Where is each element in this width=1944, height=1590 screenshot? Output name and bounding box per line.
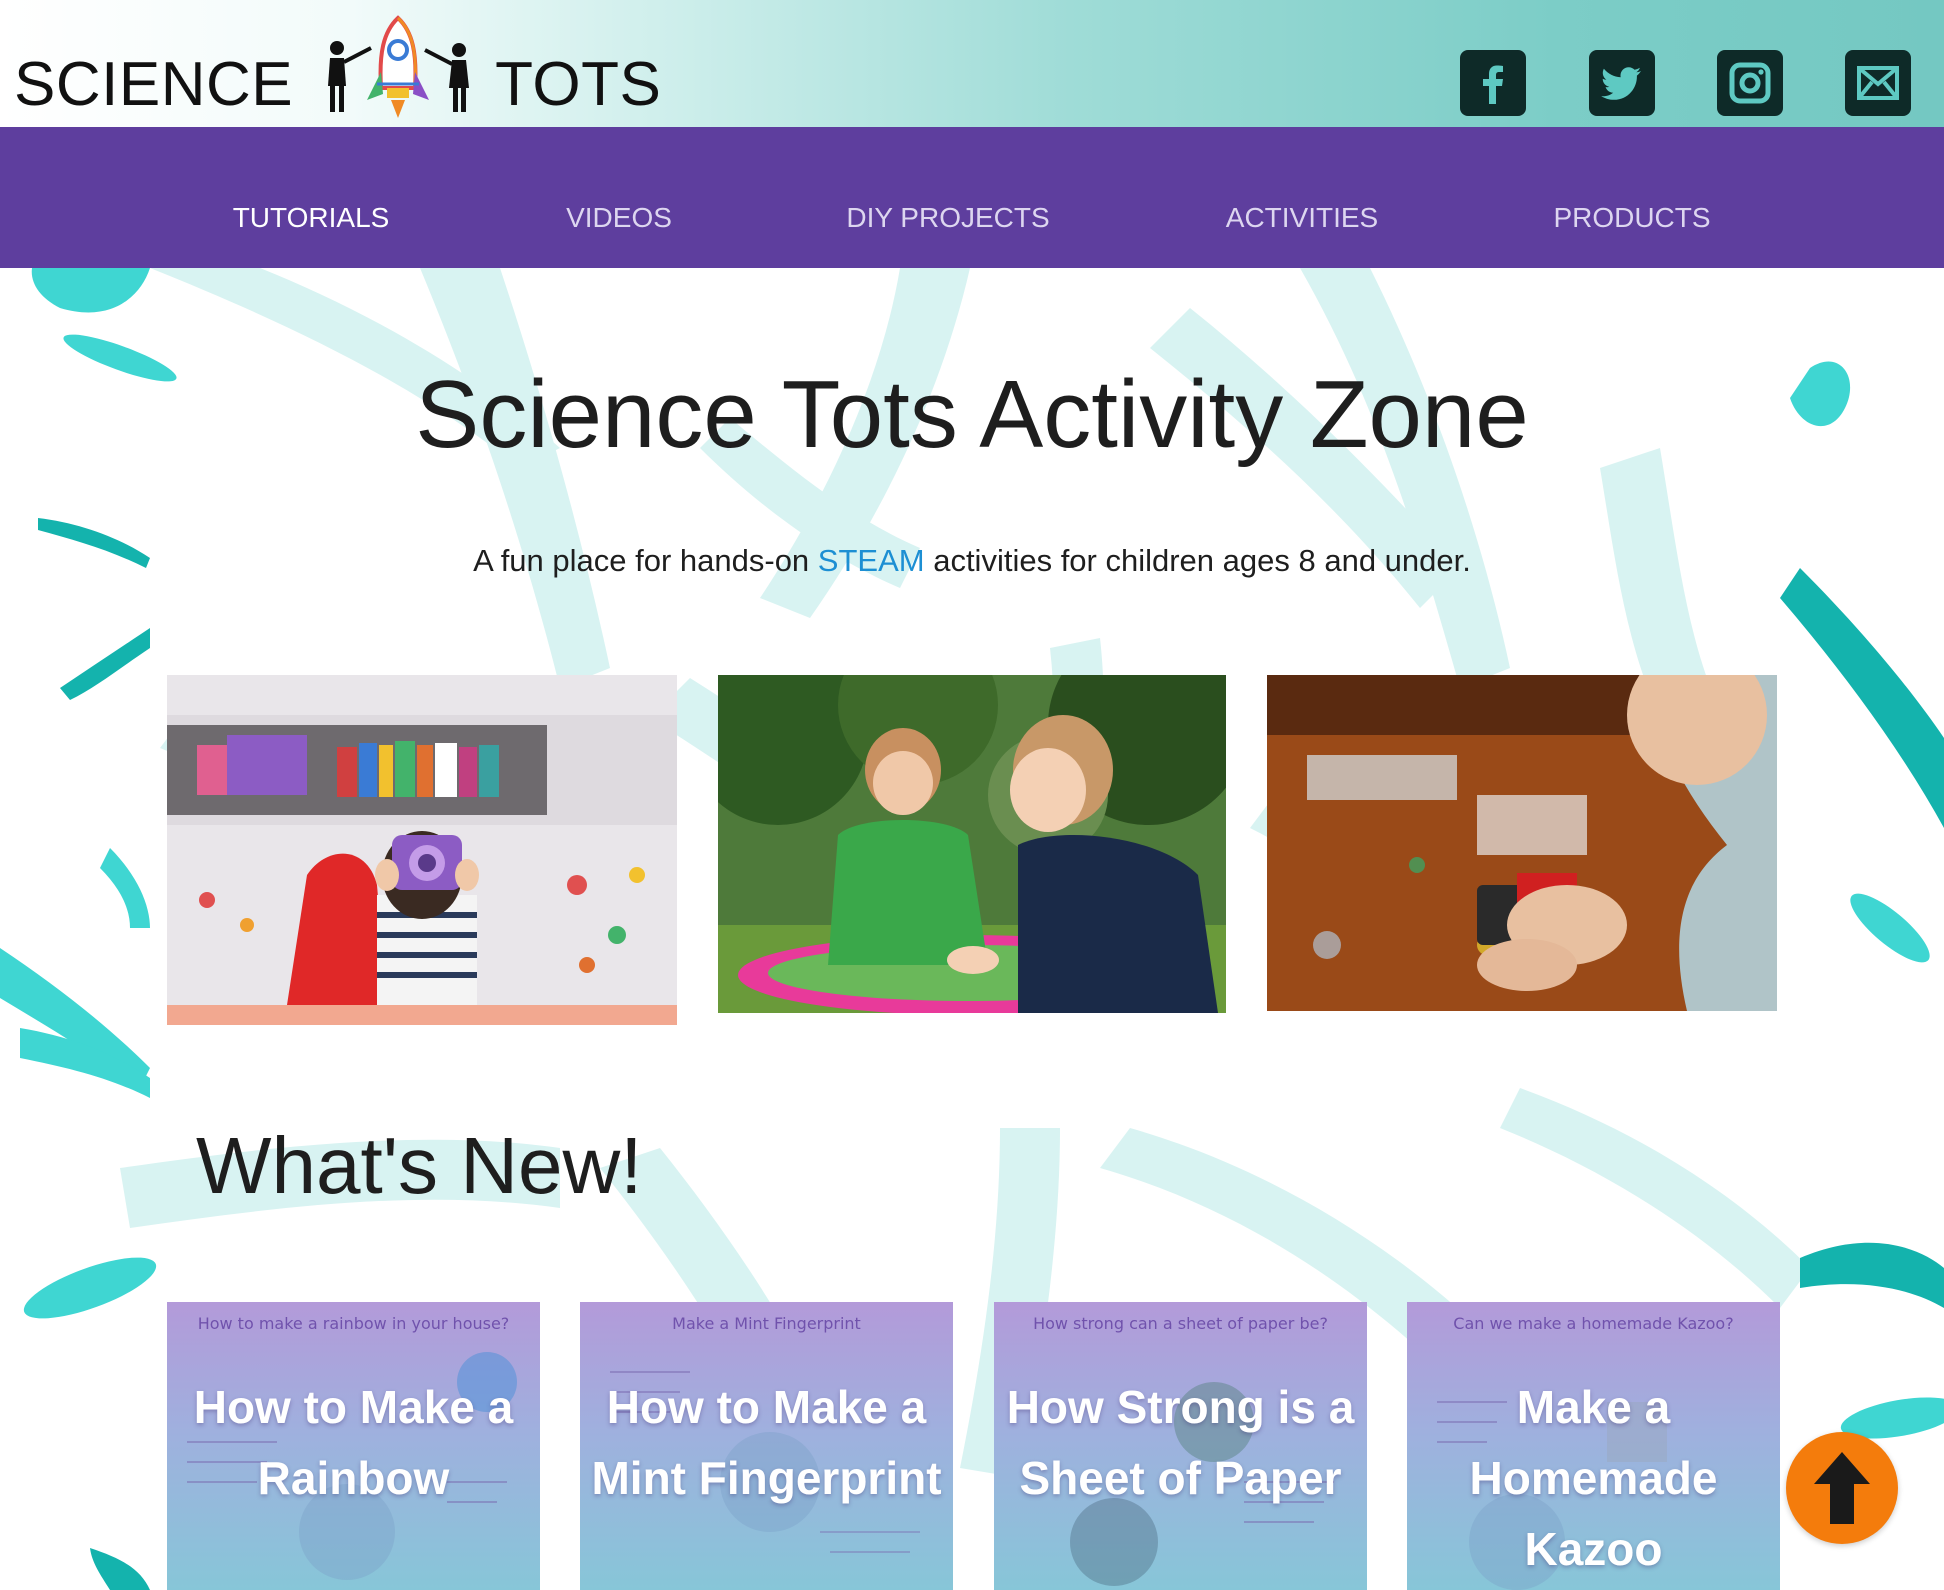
facebook-link[interactable] (1460, 50, 1526, 116)
card-rainbow[interactable]: How to make a rainbow in your house? How… (167, 1302, 540, 1590)
twitter-link[interactable] (1589, 50, 1655, 116)
photo-girl-with-camera (167, 675, 677, 1025)
steam-link[interactable]: STEAM (818, 543, 925, 578)
nav-videos[interactable]: VIDEOS (566, 202, 672, 234)
card-subtitle: Make a Mint Fingerprint (672, 1314, 861, 1333)
site-logo[interactable]: SCIENCE TOTS (14, 14, 661, 124)
rocket-kids-logo-icon (328, 15, 470, 118)
arrow-up-icon (1814, 1452, 1870, 1524)
photo-child-with-blocks (1267, 675, 1777, 1011)
logo-text-left: SCIENCE (14, 50, 294, 119)
twitter-icon (1601, 67, 1641, 100)
header: SCIENCE TOTS (0, 0, 1944, 127)
card-subtitle: How to make a rainbow in your house? (197, 1314, 510, 1333)
nav-diy-projects[interactable]: DIY PROJECTS (846, 202, 1049, 234)
tagline: A fun place for hands-on STEAM activitie… (0, 543, 1944, 579)
email-link[interactable] (1845, 50, 1911, 116)
instagram-link[interactable] (1717, 50, 1783, 116)
logo-text-right: TOTS (495, 50, 662, 119)
instagram-icon (1729, 62, 1771, 104)
tagline-text-before: A fun place for hands-on (473, 543, 818, 578)
card-title: How Strong is a Sheet of Paper (1006, 1381, 1355, 1504)
card-title: How to Make a Mint Fingerprint (591, 1381, 942, 1504)
facebook-icon (1483, 65, 1503, 104)
back-to-top-button[interactable] (1786, 1432, 1898, 1544)
photo-boys-playing-outdoors (718, 675, 1226, 1013)
main-nav: TUTORIALS VIDEOS DIY PROJECTS ACTIVITIES… (0, 127, 1944, 268)
tagline-text-after: activities for children ages 8 and under… (924, 543, 1471, 578)
page-title: Science Tots Activity Zone (415, 361, 1529, 468)
card-mint-fingerprint[interactable]: Make a Mint Fingerprint How to Make a Mi… (580, 1302, 953, 1590)
nav-products[interactable]: PRODUCTS (1553, 202, 1710, 234)
card-subtitle: How strong can a sheet of paper be? (1033, 1314, 1328, 1333)
email-icon (1857, 66, 1899, 100)
nav-tutorials[interactable]: TUTORIALS (233, 202, 390, 234)
card-title: Make a Homemade Kazoo (1469, 1381, 1718, 1575)
card-strong-paper[interactable]: How strong can a sheet of paper be? How … (994, 1302, 1367, 1590)
card-kazoo[interactable]: Can we make a homemade Kazoo? Make a Hom… (1407, 1302, 1780, 1590)
whats-new-title: What's New! (196, 1121, 643, 1210)
nav-activities[interactable]: ACTIVITIES (1226, 202, 1378, 234)
card-subtitle: Can we make a homemade Kazoo? (1453, 1314, 1734, 1333)
card-title: How to Make a Rainbow (193, 1381, 514, 1504)
